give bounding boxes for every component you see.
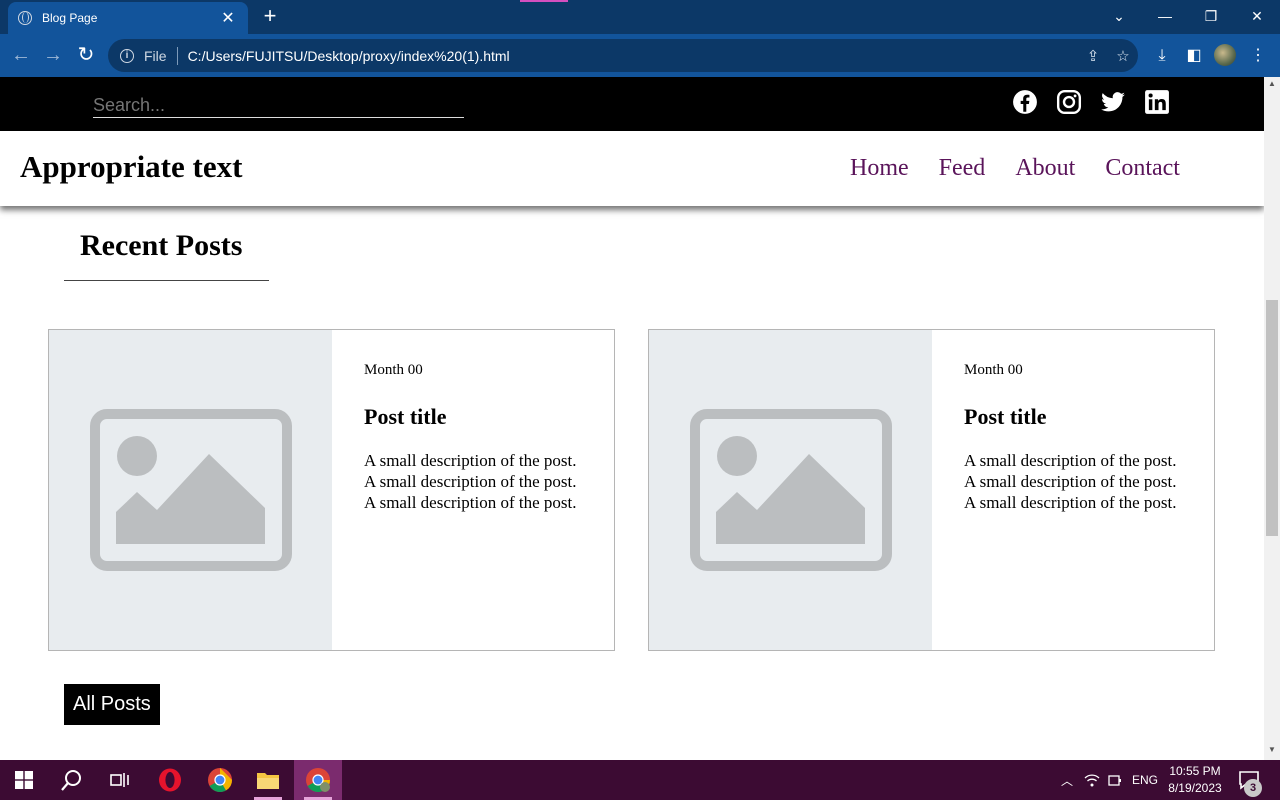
- site-brand[interactable]: Appropriate text: [20, 149, 242, 185]
- forward-button[interactable]: →: [40, 43, 66, 69]
- back-button[interactable]: ←: [8, 43, 34, 69]
- restore-button[interactable]: ❐: [1188, 0, 1234, 32]
- nav-about[interactable]: About: [1015, 155, 1075, 182]
- post-description: A small description of the post. A small…: [364, 451, 577, 512]
- network-icon[interactable]: [1083, 760, 1101, 800]
- omnibox-divider: [176, 46, 178, 65]
- post-card[interactable]: Month 00 Post title A small description …: [648, 329, 1215, 651]
- address-bar[interactable]: i File C:/Users/FUJITSU/Desktop/proxy/in…: [108, 39, 1138, 72]
- post-title[interactable]: Post title: [964, 404, 1046, 430]
- tab-search-icon[interactable]: ⌄: [1096, 0, 1142, 32]
- twitter-icon[interactable]: [1100, 89, 1126, 115]
- chrome-profile-icon[interactable]: [294, 760, 342, 800]
- system-clock[interactable]: 10:55 PM 8/19/2023: [1162, 763, 1228, 797]
- search-input[interactable]: [93, 91, 464, 118]
- nav-feed[interactable]: Feed: [939, 155, 986, 182]
- reload-button[interactable]: ↻: [73, 43, 99, 69]
- image-placeholder-icon: [90, 409, 292, 571]
- post-description: A small description of the post. A small…: [964, 451, 1177, 512]
- scroll-up-icon[interactable]: ▲: [1267, 79, 1277, 88]
- post-date: Month 00: [964, 362, 1023, 378]
- page-scrollbar[interactable]: ▲ ▼: [1264, 77, 1280, 760]
- section-title: Recent Posts: [80, 229, 243, 262]
- scroll-down-icon[interactable]: ▼: [1267, 745, 1277, 754]
- task-view-icon[interactable]: [96, 760, 144, 800]
- post-date: Month 00: [364, 362, 423, 378]
- post-image-placeholder: [649, 330, 932, 650]
- tab-title: Blog Page: [42, 11, 98, 25]
- profile-avatar[interactable]: [1214, 44, 1236, 66]
- browser-toolbar: ← → ↻ i File C:/Users/FUJITSU/Desktop/pr…: [0, 34, 1280, 77]
- clock-time: 10:55 PM: [1169, 764, 1221, 778]
- info-icon[interactable]: i: [120, 48, 134, 63]
- language-indicator[interactable]: ENG: [1132, 760, 1158, 800]
- close-window-button[interactable]: ✕: [1234, 0, 1280, 32]
- opera-icon[interactable]: [146, 760, 194, 800]
- side-panel-icon[interactable]: ◧: [1182, 44, 1206, 68]
- clock-date: 8/19/2023: [1168, 781, 1222, 795]
- browser-tab-bar: Blog Page ✕ + ⌄ — ❐ ✕: [0, 0, 1280, 34]
- tab-group-indicator: [520, 0, 568, 2]
- title-underline: [64, 280, 269, 281]
- bookmark-star-icon[interactable]: ☆: [1108, 47, 1138, 65]
- top-strip: [0, 77, 1264, 131]
- main-nav: Home Feed About Contact: [850, 155, 1180, 182]
- menu-kebab-icon[interactable]: ⋮: [1246, 44, 1270, 68]
- scheme-label: File: [144, 47, 167, 64]
- instagram-icon[interactable]: [1056, 89, 1082, 115]
- notification-badge: 3: [1244, 779, 1262, 797]
- url-text[interactable]: C:/Users/FUJITSU/Desktop/proxy/index%20(…: [188, 48, 1078, 64]
- browser-tab[interactable]: Blog Page ✕: [8, 2, 248, 34]
- post-image-placeholder: [49, 330, 332, 650]
- windows-start-icon[interactable]: [0, 760, 48, 800]
- nav-home[interactable]: Home: [850, 155, 909, 182]
- share-icon[interactable]: ⇪: [1078, 47, 1108, 65]
- chrome-icon[interactable]: [196, 760, 244, 800]
- social-links: [1012, 89, 1170, 115]
- site-header: Appropriate text Home Feed About Contact: [0, 131, 1264, 206]
- scrollbar-thumb[interactable]: [1266, 300, 1278, 536]
- nav-contact[interactable]: Contact: [1105, 155, 1180, 182]
- new-tab-button[interactable]: +: [258, 5, 282, 28]
- globe-icon: [18, 11, 32, 25]
- post-card[interactable]: Month 00 Post title A small description …: [48, 329, 615, 651]
- download-icon[interactable]: ⤓: [1150, 44, 1174, 68]
- post-title[interactable]: Post title: [364, 404, 446, 430]
- facebook-icon[interactable]: [1012, 89, 1038, 115]
- close-tab-icon[interactable]: ✕: [218, 8, 238, 28]
- image-placeholder-icon: [690, 409, 892, 571]
- page-viewport: Appropriate text Home Feed About Contact…: [0, 77, 1264, 760]
- linkedin-icon[interactable]: [1144, 89, 1170, 115]
- battery-icon[interactable]: [1106, 760, 1124, 800]
- os-taskbar: ︿ ENG 10:55 PM 8/19/2023: [0, 760, 1280, 800]
- all-posts-button[interactable]: All Posts: [64, 684, 160, 725]
- search-icon[interactable]: [48, 760, 96, 800]
- tray-chevron-icon[interactable]: ︿: [1058, 760, 1076, 800]
- minimize-button[interactable]: —: [1142, 0, 1188, 32]
- file-explorer-icon[interactable]: [244, 760, 292, 800]
